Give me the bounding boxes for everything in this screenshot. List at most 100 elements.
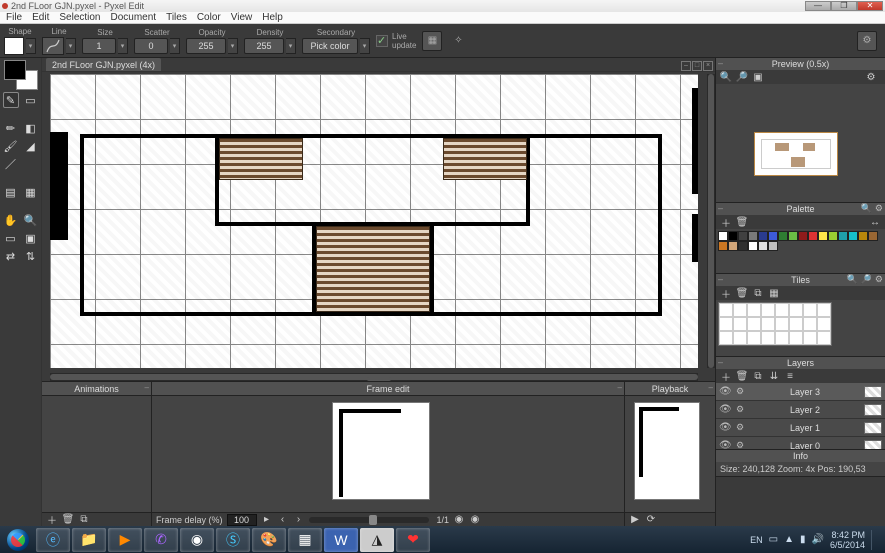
tiles-grid-icon[interactable]: ▦: [768, 287, 780, 299]
show-desktop[interactable]: [871, 530, 879, 550]
palette-color[interactable]: [718, 241, 728, 251]
pen-tool-icon[interactable]: ✏: [3, 120, 19, 136]
taskbar-media-icon[interactable]: ▶: [108, 528, 142, 552]
layer-visibility-icon[interactable]: 👁: [719, 422, 731, 434]
tile-slot[interactable]: [817, 317, 831, 331]
tile-pick-tool-icon[interactable]: ▦: [23, 184, 39, 200]
marquee-tool-icon[interactable]: ▭: [23, 92, 39, 108]
palette-color[interactable]: [868, 231, 878, 241]
frameedit-body[interactable]: [152, 396, 624, 512]
gradient-icon[interactable]: ▦: [422, 31, 442, 51]
frame-delay-value[interactable]: 100: [227, 514, 257, 526]
palette-settings-icon[interactable]: ⚙: [875, 203, 883, 214]
palette-zoom-icon[interactable]: 🔍: [861, 203, 872, 214]
tray-flag-icon[interactable]: ▭: [769, 534, 778, 545]
menu-file[interactable]: File: [6, 12, 22, 23]
panel-min-icon[interactable]: –: [145, 383, 149, 392]
hand-tool-icon[interactable]: ✋: [3, 212, 19, 228]
palette-color[interactable]: [718, 231, 728, 241]
window-maximize[interactable]: ❐: [831, 1, 857, 11]
palette-ramp-icon[interactable]: ↔: [869, 216, 881, 228]
select-tool-icon[interactable]: ▭: [3, 230, 19, 246]
tiles-dup-icon[interactable]: ⧉: [752, 287, 764, 299]
taskbar-ie-icon[interactable]: ⓔ: [36, 528, 70, 552]
layer-settings-icon[interactable]: ⚙: [734, 386, 746, 398]
palette-color[interactable]: [828, 231, 838, 241]
palette-body[interactable]: [716, 229, 885, 273]
frame-delay-stepper[interactable]: ▸: [261, 514, 273, 526]
tile-slot[interactable]: [747, 303, 761, 317]
taskbar-explorer-icon[interactable]: 📁: [72, 528, 106, 552]
density-dropdown[interactable]: [286, 38, 296, 54]
palette-color[interactable]: [748, 241, 758, 251]
menu-document[interactable]: Document: [111, 12, 157, 23]
taskbar-skype-icon[interactable]: Ⓢ: [216, 528, 250, 552]
layer-delete-icon[interactable]: 🗑: [736, 370, 748, 382]
flip-v-icon[interactable]: ⇅: [23, 248, 39, 264]
opacity-dropdown[interactable]: [228, 38, 238, 54]
shape-dropdown[interactable]: [26, 38, 36, 54]
add-animation-icon[interactable]: ＋: [46, 514, 58, 526]
tab-max-icon[interactable]: □: [692, 61, 702, 71]
line-dropdown[interactable]: [66, 38, 76, 54]
palette-add-icon[interactable]: ＋: [720, 216, 732, 228]
foreground-color[interactable]: [4, 60, 26, 80]
tile-slot[interactable]: [733, 331, 747, 345]
start-button[interactable]: [2, 528, 34, 552]
palette-color[interactable]: [848, 231, 858, 241]
layer-settings-icon[interactable]: ⚙: [734, 404, 746, 416]
tiles-add-icon[interactable]: ＋: [720, 287, 732, 299]
layer-options-icon[interactable]: ≡: [784, 370, 796, 382]
tile-slot[interactable]: [789, 317, 803, 331]
density-value[interactable]: 255: [244, 38, 284, 54]
onion-next-icon[interactable]: ◉: [469, 514, 481, 526]
palette-color[interactable]: [768, 241, 778, 251]
tile-slot[interactable]: [789, 303, 803, 317]
tiles-settings-icon[interactable]: ⚙: [875, 274, 883, 285]
panel-min-icon[interactable]: –: [709, 383, 713, 392]
pick-color-dropdown[interactable]: [360, 38, 370, 54]
tiles-zoomout-icon[interactable]: 🔎: [861, 274, 872, 285]
palette-color[interactable]: [798, 231, 808, 241]
palette-color[interactable]: [738, 241, 748, 251]
layer-row[interactable]: 👁⚙Layer 2: [716, 401, 885, 419]
tiles-body[interactable]: [716, 300, 885, 356]
tile-slot[interactable]: [775, 317, 789, 331]
palette-color[interactable]: [818, 231, 828, 241]
layer-row[interactable]: 👁⚙Layer 3: [716, 383, 885, 401]
frame-slider[interactable]: [309, 517, 429, 523]
taskbar-viber-icon[interactable]: ✆: [144, 528, 178, 552]
tile-slot[interactable]: [761, 331, 775, 345]
taskbar-paint-icon[interactable]: 🎨: [252, 528, 286, 552]
tile-slot[interactable]: [803, 317, 817, 331]
taskbar-word-icon[interactable]: W: [324, 528, 358, 552]
tile-slot[interactable]: [775, 331, 789, 345]
playback-body[interactable]: [625, 396, 715, 512]
onion-prev-icon[interactable]: ◉: [453, 514, 465, 526]
tab-min-icon[interactable]: –: [681, 61, 691, 71]
duplicate-animation-icon[interactable]: ⧉: [78, 514, 90, 526]
zoom-tool-icon[interactable]: 🔍: [23, 212, 39, 228]
window-close[interactable]: ✕: [857, 1, 883, 11]
eraser-tool-icon[interactable]: ◧: [23, 120, 39, 136]
layer-visibility-icon[interactable]: 👁: [719, 404, 731, 416]
tile-slot[interactable]: [817, 331, 831, 345]
canvas-scroll-vertical[interactable]: [707, 74, 715, 368]
line-tool-icon[interactable]: ／: [3, 156, 19, 172]
tile-slot[interactable]: [747, 317, 761, 331]
animations-body[interactable]: [42, 396, 151, 512]
tile-slot[interactable]: [775, 303, 789, 317]
palette-color[interactable]: [788, 231, 798, 241]
layer-visibility-icon[interactable]: 👁: [719, 440, 731, 450]
menu-edit[interactable]: Edit: [32, 12, 49, 23]
taskbar-unity-icon[interactable]: ◮: [360, 528, 394, 552]
flip-h-icon[interactable]: ⇄: [3, 248, 19, 264]
panel-collapse-icon[interactable]: –: [718, 58, 723, 68]
pencil-tool-icon[interactable]: ✎: [3, 92, 19, 108]
tile-slot[interactable]: [733, 317, 747, 331]
layer-row[interactable]: 👁⚙Layer 0: [716, 437, 885, 449]
next-frame-icon[interactable]: ›: [293, 514, 305, 526]
tray-lang[interactable]: EN: [750, 535, 763, 545]
opacity-value[interactable]: 255: [186, 38, 226, 54]
size-dropdown[interactable]: [118, 38, 128, 54]
